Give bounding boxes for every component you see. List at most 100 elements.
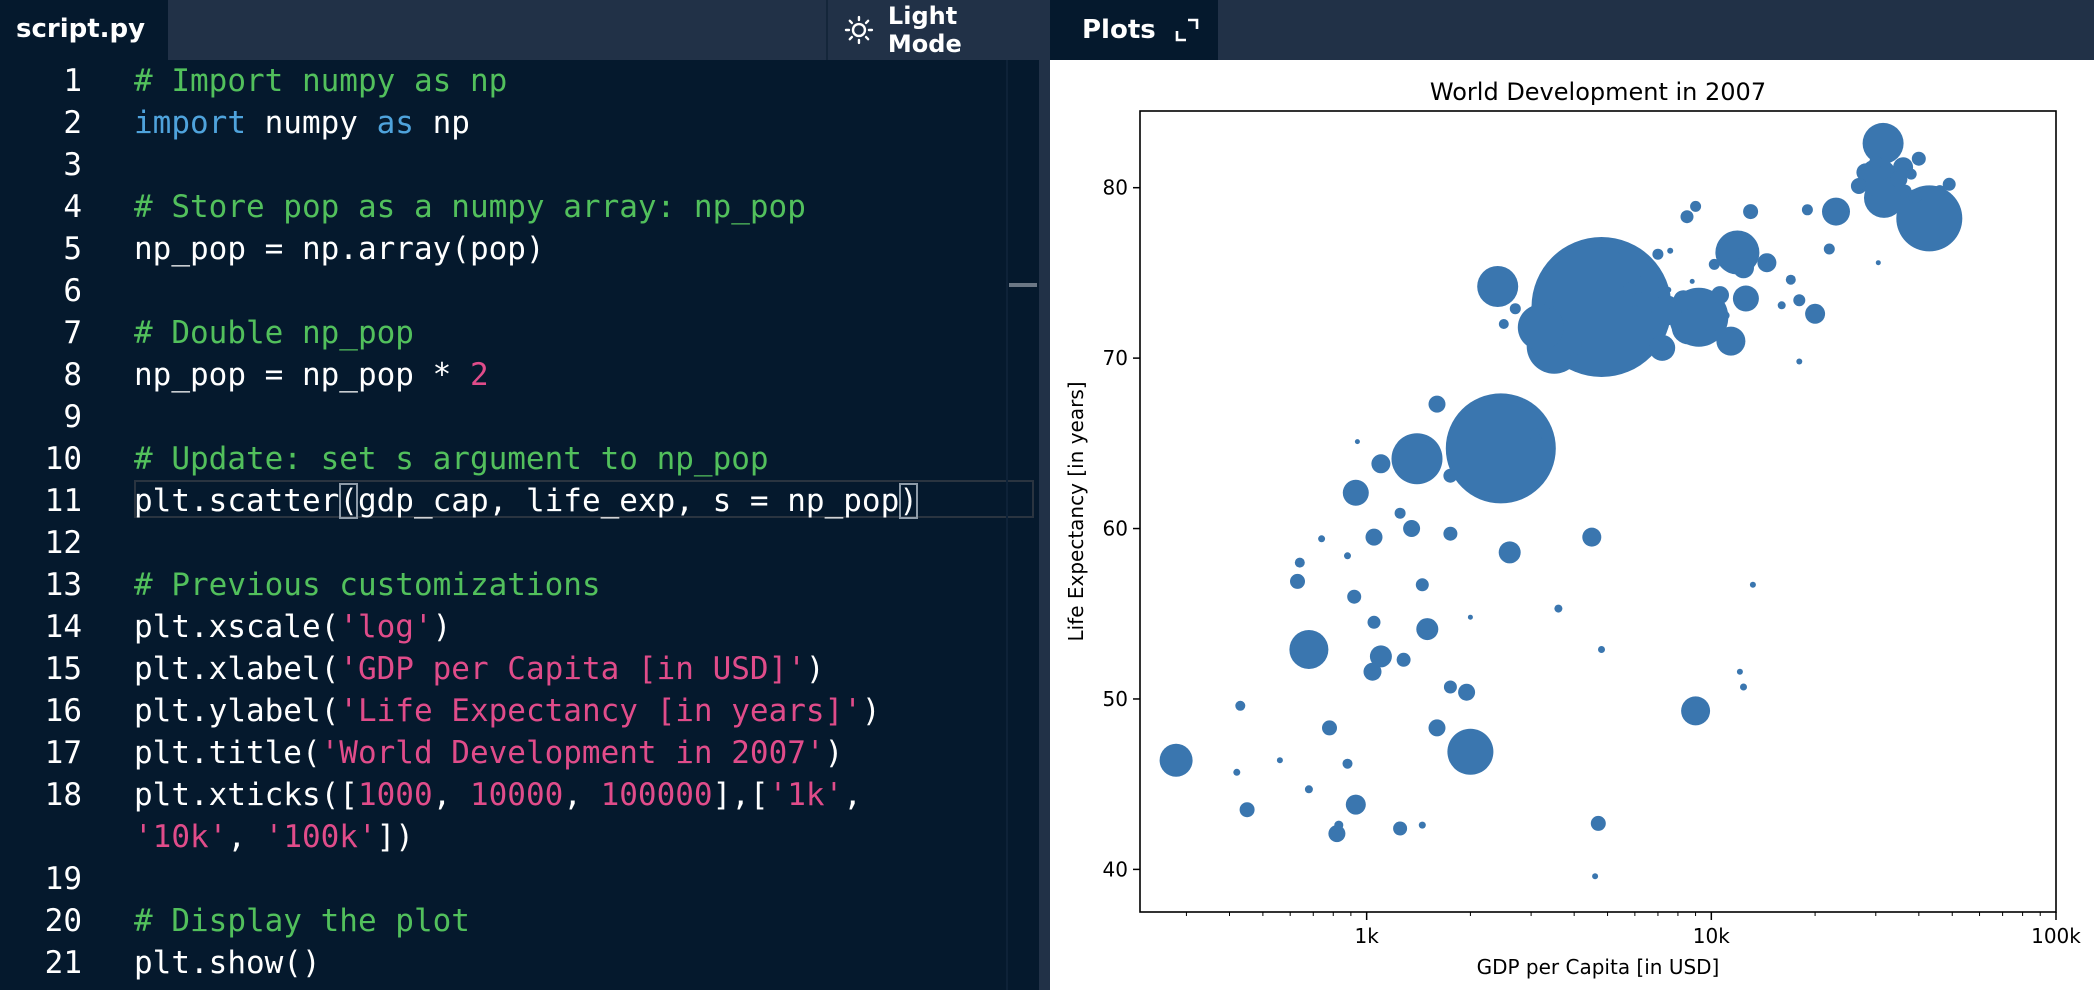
data-point [1445, 393, 1556, 504]
data-point [1652, 248, 1664, 260]
code-text: plt.title('World Development in 2007') [134, 732, 843, 774]
data-point [1796, 358, 1803, 365]
data-point [1801, 204, 1813, 216]
data-point [1673, 290, 1694, 311]
data-point [1749, 581, 1756, 588]
data-point [1544, 298, 1555, 309]
data-point [1396, 652, 1411, 667]
editor-scrollbar-track[interactable] [1006, 60, 1008, 990]
light-mode-label: Light Mode [887, 2, 962, 58]
code-text: import numpy as np [134, 102, 470, 144]
expand-icon[interactable] [1174, 17, 1200, 43]
tab-script-py[interactable]: script.py [0, 0, 168, 60]
line-number: 1 [63, 63, 82, 99]
code-line[interactable]: 5 np_pop = np.array(pop) [0, 228, 1039, 270]
code-line[interactable]: 13 # Previous customizations [0, 564, 1039, 606]
code-token: plt.ylabel( [134, 693, 340, 729]
code-token: , [227, 819, 265, 855]
code-editor[interactable]: script.py Light Mode 1 # Import numpy as … [0, 0, 1039, 990]
code-line[interactable]: 18 plt.xticks([1000, 10000, 100000],['1k'… [0, 774, 1039, 816]
code-text: plt.xlabel('GDP per Capita [in USD]') [134, 648, 825, 690]
data-point [1711, 286, 1729, 305]
code-line[interactable]: 20 # Display the plot [0, 900, 1039, 942]
data-point [1371, 454, 1391, 474]
data-point [1443, 526, 1458, 541]
data-point [1592, 873, 1599, 880]
code-line[interactable]: 10 # Update: set s argument to np_pop [0, 438, 1039, 480]
tab-plots[interactable]: Plots [1050, 0, 1218, 60]
code-line[interactable]: 15 plt.xlabel('GDP per Capita [in USD]') [0, 648, 1039, 690]
line-number: 11 [44, 483, 82, 519]
line-number: 8 [63, 357, 82, 393]
data-point [1342, 479, 1369, 506]
code-token: 'GDP per Capita [in USD]' [339, 651, 806, 687]
pane-divider[interactable] [1039, 0, 1050, 990]
code-line[interactable]: 17 plt.title('World Development in 2007') [0, 732, 1039, 774]
data-point [1736, 668, 1743, 675]
code-token: plt.xscale( [134, 609, 340, 645]
editor-scrollbar-thumb[interactable] [1009, 283, 1037, 287]
code-line[interactable]: 6 [0, 270, 1039, 312]
code-line[interactable]: 9 [0, 396, 1039, 438]
data-point [1681, 696, 1711, 726]
code-text: # Import numpy as np [134, 60, 507, 102]
code-line[interactable]: 7 # Double np_pop [0, 312, 1039, 354]
line-number: 2 [63, 105, 82, 141]
data-point [1689, 278, 1695, 284]
code-token: np [413, 105, 470, 141]
code-line[interactable]: 4 # Store pop as a numpy array: np_pop [0, 186, 1039, 228]
x-tick-label: 100k [2031, 924, 2081, 948]
data-point [1708, 258, 1720, 270]
data-point [1233, 768, 1241, 776]
code-line[interactable]: 2 import numpy as np [0, 102, 1039, 144]
code-line[interactable]: 19 [0, 858, 1039, 900]
code-line[interactable]: 1 # Import numpy as np [0, 60, 1039, 102]
code-line[interactable]: '10k', '100k']) [0, 816, 1039, 858]
code-token: numpy [245, 105, 377, 141]
code-area[interactable]: 1 # Import numpy as np 2 import numpy as np… [0, 60, 1039, 990]
code-line[interactable]: 16 plt.ylabel('Life Expectancy [in years]… [0, 690, 1039, 732]
code-token: 1000 [357, 777, 433, 813]
code-token: # Double np_pop [134, 315, 414, 351]
data-point [1862, 122, 1904, 164]
code-token: import [134, 105, 246, 141]
y-tick-label: 40 [1103, 857, 1128, 881]
code-token: 'log' [339, 609, 433, 645]
data-point [1416, 618, 1439, 641]
x-axis-label: GDP per Capita [in USD] [1477, 955, 1720, 979]
code-token: ) [805, 651, 825, 687]
data-point [1403, 520, 1421, 537]
data-point [1347, 589, 1362, 604]
data-point [1363, 662, 1382, 681]
code-line[interactable]: 11 plt.scatter(gdp_cap, life_exp, s = np_… [0, 480, 1039, 522]
code-text: plt.scatter(gdp_cap, life_exp, s = np_po… [134, 480, 918, 522]
data-point [1554, 604, 1563, 613]
line-number: 21 [44, 945, 82, 981]
line-number: 14 [44, 609, 82, 645]
code-line[interactable]: 12 [0, 522, 1039, 564]
data-point [1743, 204, 1759, 220]
data-point [1598, 646, 1605, 653]
data-point [1622, 282, 1637, 297]
code-token: ) [899, 483, 918, 519]
code-line[interactable]: 3 [0, 144, 1039, 186]
code-token: , [843, 777, 862, 813]
code-text: np_pop = np.array(pop) [134, 228, 545, 270]
code-token: # Previous customizations [134, 567, 601, 603]
scatter-chart: World Development in 2007 40 50 60 70 80 1k 10k… [1064, 78, 2081, 979]
code-token: np_pop = np_pop * [134, 357, 470, 393]
data-point [1467, 614, 1473, 620]
data-point [1700, 309, 1723, 332]
data-point [1570, 352, 1579, 361]
code-line[interactable]: 14 plt.xscale('log') [0, 606, 1039, 648]
data-point [1793, 294, 1806, 307]
light-mode-button[interactable]: Light Mode [826, 0, 1039, 60]
code-text: np_pop = np_pop * 2 [134, 354, 489, 396]
code-line[interactable]: 21 plt.show() [0, 942, 1039, 984]
data-point [1344, 552, 1351, 560]
data-point [1757, 253, 1777, 273]
data-point [1875, 260, 1881, 266]
code-line[interactable]: 8 np_pop = np_pop * 2 [0, 354, 1039, 396]
data-point [1428, 719, 1446, 737]
data-point [1424, 436, 1431, 443]
